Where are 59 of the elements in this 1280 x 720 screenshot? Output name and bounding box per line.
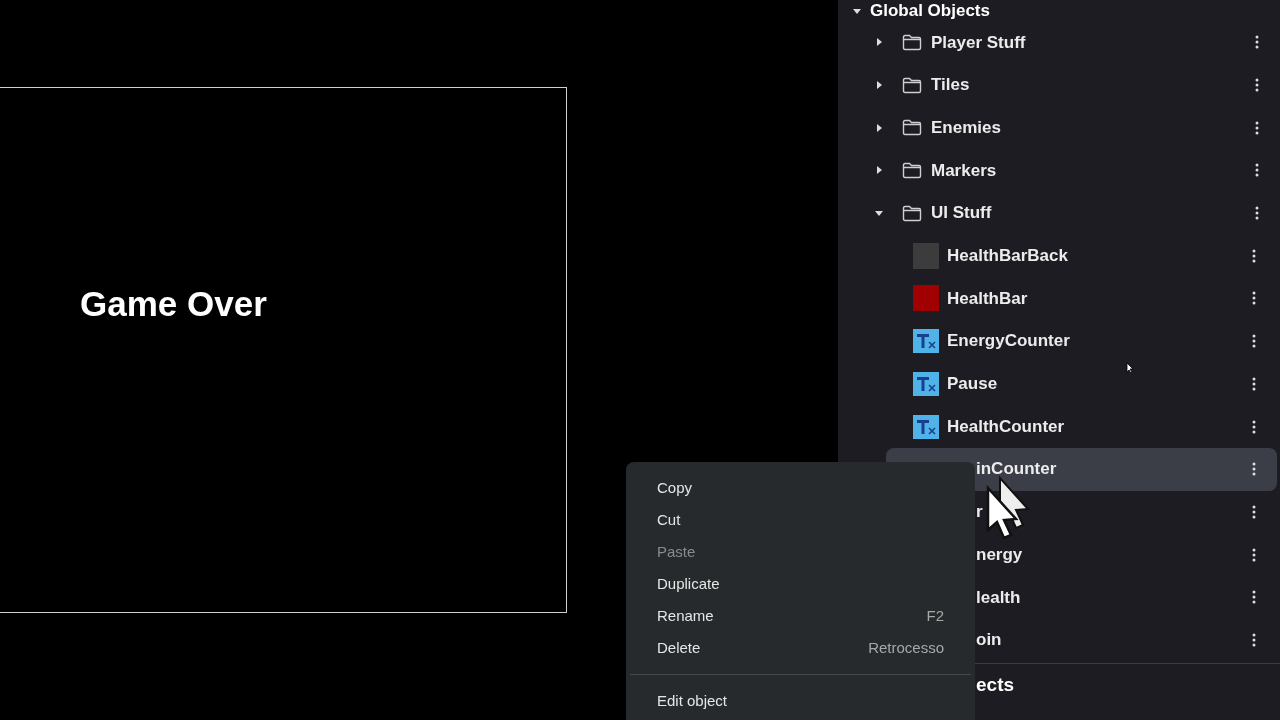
folder-row[interactable]: UI Stuff bbox=[872, 191, 1280, 235]
menu-item[interactable]: Delete Retrocesso bbox=[626, 632, 975, 664]
more-icon[interactable] bbox=[1252, 376, 1256, 391]
object-name: lealth bbox=[976, 586, 1021, 609]
more-icon[interactable] bbox=[1252, 248, 1256, 263]
folder-icon bbox=[902, 76, 922, 94]
more-icon[interactable] bbox=[1252, 334, 1256, 349]
menu-item[interactable]: Rename F2 bbox=[626, 600, 975, 632]
object-name: UI Stuff bbox=[931, 202, 992, 225]
object-name: EnergyCounter bbox=[947, 330, 1070, 353]
object-name: Markers bbox=[931, 159, 997, 182]
object-row[interactable]: HealthCounter bbox=[886, 405, 1277, 448]
object-name: oin bbox=[976, 629, 1002, 652]
more-icon[interactable] bbox=[1252, 547, 1256, 562]
caret-icon[interactable] bbox=[874, 122, 884, 133]
section-title: ects bbox=[976, 673, 1015, 698]
text-object-icon bbox=[913, 414, 939, 439]
object-name: r bbox=[976, 501, 983, 524]
folder-row[interactable]: Markers bbox=[872, 149, 1280, 192]
more-icon[interactable] bbox=[1252, 462, 1256, 477]
folder-icon bbox=[902, 161, 922, 179]
object-row[interactable]: EnergyCounter bbox=[886, 319, 1277, 363]
more-icon[interactable] bbox=[1255, 206, 1259, 221]
object-name: inCounter bbox=[976, 458, 1057, 481]
object-name: nergy bbox=[976, 543, 1023, 566]
more-icon[interactable] bbox=[1252, 291, 1256, 306]
section-title: Global Objects bbox=[870, 0, 990, 22]
text-object-icon bbox=[913, 371, 939, 396]
cursor-icon bbox=[1126, 362, 1134, 374]
object-name: Enemies bbox=[931, 116, 1001, 139]
more-icon[interactable] bbox=[1255, 120, 1259, 135]
folder-icon bbox=[902, 204, 922, 222]
object-row[interactable]: HealthBarBack bbox=[886, 234, 1277, 278]
folder-icon bbox=[902, 33, 922, 51]
more-icon[interactable] bbox=[1255, 35, 1259, 50]
object-name: HealthBar bbox=[947, 287, 1028, 310]
object-name: HealthBarBack bbox=[947, 245, 1068, 268]
folder-row[interactable]: Player Stuff bbox=[872, 21, 1280, 64]
object-name: HealthCounter bbox=[947, 415, 1065, 438]
folder-row[interactable]: Tiles bbox=[872, 63, 1280, 107]
game-over-text: Game Over bbox=[80, 283, 267, 325]
caret-icon[interactable] bbox=[874, 37, 884, 48]
more-icon[interactable] bbox=[1252, 590, 1256, 605]
object-row[interactable]: Pause bbox=[886, 362, 1277, 406]
object-name: Tiles bbox=[931, 74, 970, 97]
object-name: Pause bbox=[947, 373, 998, 396]
more-icon[interactable] bbox=[1255, 163, 1259, 178]
folder-row[interactable]: Enemies bbox=[872, 106, 1280, 150]
text-object-icon bbox=[913, 329, 939, 354]
object-row[interactable]: HealthBar bbox=[886, 277, 1277, 320]
more-icon[interactable] bbox=[1252, 632, 1256, 647]
more-icon[interactable] bbox=[1255, 78, 1259, 93]
more-icon[interactable] bbox=[1252, 504, 1256, 519]
more-icon[interactable] bbox=[1252, 419, 1256, 434]
caret-icon[interactable] bbox=[874, 165, 884, 176]
folder-icon bbox=[902, 119, 922, 137]
object-name: Player Stuff bbox=[931, 31, 1026, 54]
menu-item[interactable]: Edit object bbox=[626, 685, 975, 717]
caret-icon[interactable] bbox=[874, 80, 884, 91]
